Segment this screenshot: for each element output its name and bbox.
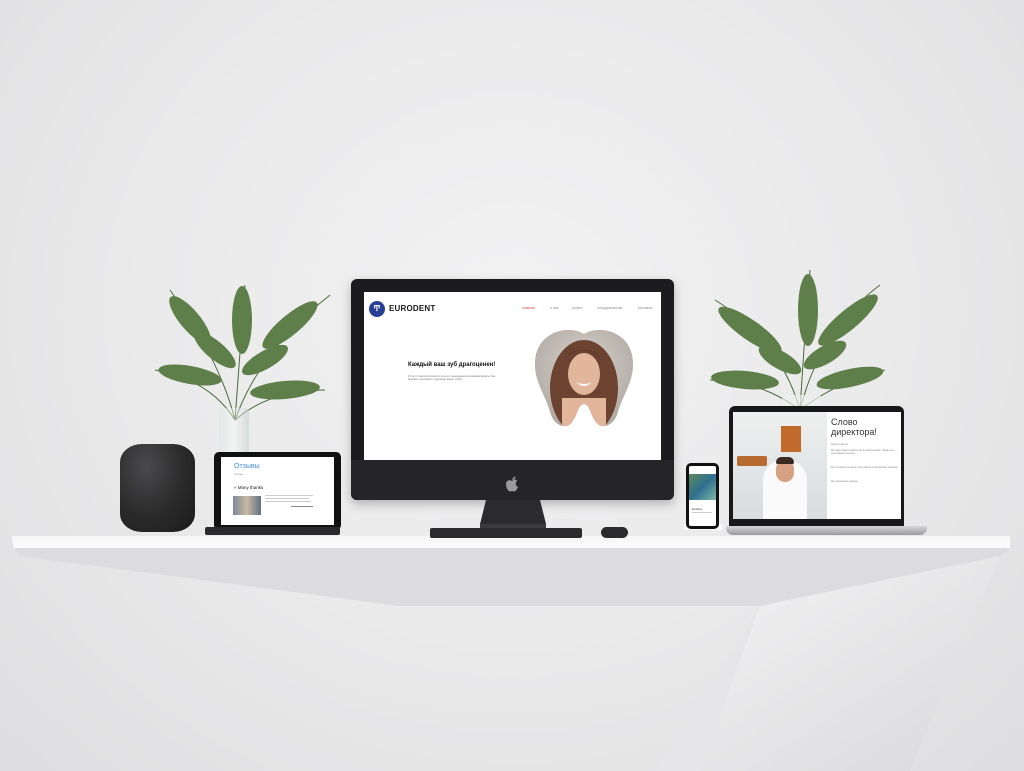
director-paragraph: Все специалисты имеют опыт работы в евро… xyxy=(831,467,899,469)
imac-screen: Ͳ EURODENT главная о нас услуги сотрудни… xyxy=(364,292,661,460)
keyboard xyxy=(430,528,582,538)
phone-caption: EuroDent xyxy=(692,508,703,511)
director-hair xyxy=(776,457,794,464)
laptop-base xyxy=(726,526,927,535)
review-author-line xyxy=(291,506,313,507)
hero-subtitle: 15 лет стоматологического опыта с передо… xyxy=(408,375,496,382)
tooth-logo-icon: Ͳ xyxy=(369,301,385,317)
smart-speaker xyxy=(120,444,195,532)
site-brand[interactable]: EURODENT xyxy=(389,304,436,313)
ipad-keyboard xyxy=(205,527,340,535)
nav-item-home[interactable]: главная xyxy=(522,306,535,310)
mouse xyxy=(601,527,628,538)
office-desk xyxy=(737,456,767,466)
office-door xyxy=(781,426,801,452)
nav-item-services[interactable]: услуги xyxy=(572,306,583,310)
director-title: Слово директора! xyxy=(831,417,877,437)
hero-title: Каждый ваш зуб драгоценен! xyxy=(408,362,496,368)
review-text-line xyxy=(265,498,309,499)
review-photo xyxy=(233,496,261,515)
phone-hero-image xyxy=(689,474,716,500)
laptop-screen: Слово директора! Дорогие друзья! Мы рады… xyxy=(733,412,901,519)
hero-tooth-photo xyxy=(534,329,634,427)
director-paragraph: Дорогие друзья! xyxy=(831,444,849,446)
glass-vase xyxy=(219,408,249,458)
fern-plant-right xyxy=(709,270,886,415)
review-text-line xyxy=(265,495,313,496)
phone-screen: EuroDent xyxy=(689,466,716,526)
nav-item-cooperation[interactable]: сотрудничество xyxy=(597,306,623,310)
nav-item-about[interactable]: о нас xyxy=(550,306,559,310)
nav-item-contacts[interactable]: контакты xyxy=(638,306,653,310)
imac-stand xyxy=(480,500,546,528)
director-photo xyxy=(733,412,827,519)
apple-logo-icon xyxy=(506,476,518,492)
reviews-caption: Отзывы xyxy=(234,473,244,476)
review-quote: « Many thanks xyxy=(234,485,264,490)
reviews-title: Отзывы xyxy=(234,463,260,470)
review-text-line xyxy=(265,501,311,502)
director-paragraph: Мы ценим ваше доверие. xyxy=(831,481,859,483)
director-paragraph: Мы рады приветствовать вас в нашей клини… xyxy=(831,450,897,455)
ipad-screen: Отзывы Отзывы « Many thanks xyxy=(221,457,334,525)
phone-text-line xyxy=(692,512,712,513)
